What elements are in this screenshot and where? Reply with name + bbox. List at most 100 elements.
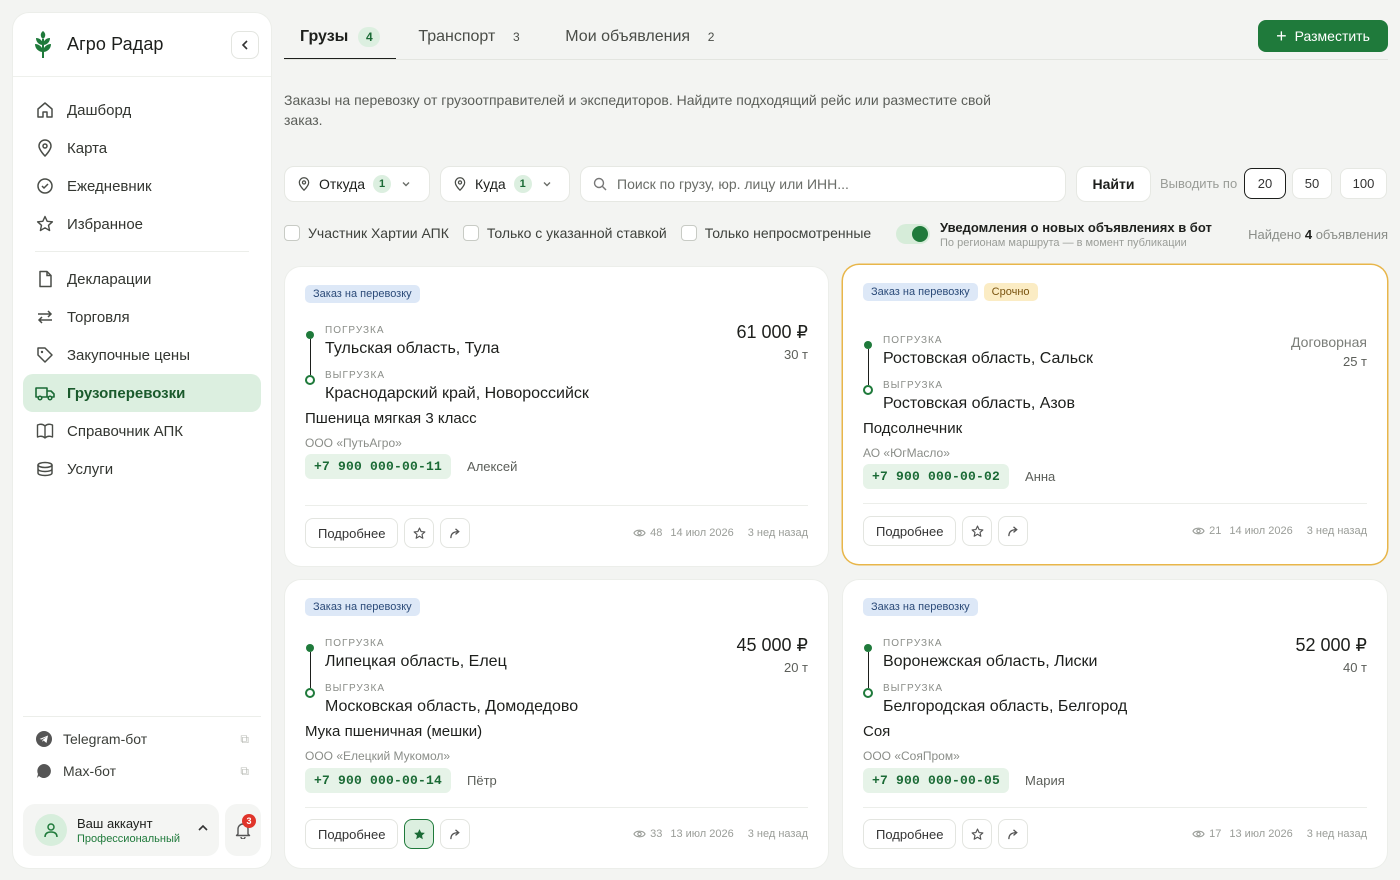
telegram-bot-link[interactable]: Telegram-бот ⧉ [23, 723, 261, 755]
perpage-20-button[interactable]: 20 [1244, 168, 1286, 199]
details-button[interactable]: Подробнее [863, 516, 957, 546]
user-avatar-icon [35, 814, 67, 846]
eye-icon [633, 830, 646, 838]
to-count-badge: 1 [513, 175, 532, 193]
favorite-button[interactable] [962, 516, 993, 546]
perpage-100-button[interactable]: 100 [1340, 168, 1387, 199]
from-filter[interactable]: Откуда 1 [284, 166, 430, 202]
nav-item-planner[interactable]: Ежедневник [23, 167, 261, 205]
nav-item-prices[interactable]: Закупочные цены [23, 336, 261, 374]
checkbox-unviewed[interactable]: Только непросмотренные [680, 225, 872, 241]
phone-link[interactable]: +7 900 000-00-11 [305, 454, 452, 479]
brand: Агро Радар [13, 13, 271, 77]
favorite-button-active[interactable] [404, 819, 435, 849]
share-button[interactable] [440, 819, 471, 849]
truck-icon [35, 383, 55, 403]
phone-link[interactable]: +7 900 000-00-05 [863, 768, 1010, 793]
checkbox-box[interactable] [680, 225, 697, 241]
favorite-button[interactable] [962, 819, 993, 849]
tab-count: 3 [512, 30, 520, 44]
share-button[interactable] [998, 819, 1029, 849]
checkbox-charter[interactable]: Участник Хартии АПК [284, 225, 449, 241]
post-listing-button[interactable]: + Разместить [1258, 20, 1388, 52]
account-menu[interactable]: Ваш аккаунт Профессиональный [23, 804, 219, 856]
chevron-down-icon [401, 179, 411, 189]
phone-link[interactable]: +7 900 000-00-14 [305, 768, 452, 793]
share-button[interactable] [440, 518, 471, 548]
details-button[interactable]: Подробнее [863, 819, 957, 849]
map-pin-icon [35, 138, 55, 158]
to-filter[interactable]: Куда 1 [440, 166, 570, 202]
order-tag: Заказ на перевозку [305, 285, 420, 303]
price: 61 000 ₽ [736, 322, 808, 342]
price: 45 000 ₽ [736, 635, 808, 655]
tonnage: 40 т [1342, 660, 1367, 675]
bot-notify-toggle[interactable] [896, 224, 930, 244]
nav-label: Закупочные цены [67, 346, 190, 364]
load-label: ПОГРУЗКА [883, 638, 943, 649]
cargo-name: Мука пшеничная (мешки) [305, 723, 483, 740]
phone-link[interactable]: +7 900 000-00-02 [863, 464, 1010, 489]
price-block: 61 000 ₽ 30 т [736, 322, 808, 362]
nav-item-handbook[interactable]: Справочник АПК [23, 412, 261, 450]
tab-transport[interactable]: Транспорт 3 [402, 14, 543, 60]
collapse-sidebar-button[interactable] [231, 31, 259, 59]
share-button[interactable] [998, 516, 1029, 546]
card-meta: 33 13 июл 2026 3 нед назад [633, 828, 808, 840]
nav-item-trade[interactable]: Торговля [23, 298, 261, 336]
tab-cargo[interactable]: Грузы 4 [284, 14, 397, 60]
load-place: Ростовская область, Сальск [883, 350, 1094, 367]
notifications-button[interactable]: 3 [225, 804, 261, 856]
find-button[interactable]: Найти [1076, 166, 1151, 202]
nav-item-services[interactable]: Услуги [23, 450, 261, 488]
bot-notify-text: Уведомления о новых объявлениях в бот По… [940, 220, 1212, 249]
details-button[interactable]: Подробнее [305, 518, 399, 548]
load-dot-icon [306, 644, 314, 652]
price: Договорная [1291, 334, 1367, 350]
nav-item-dashboard[interactable]: Дашборд [23, 91, 261, 129]
tab-label: Транспорт [418, 28, 496, 45]
search-input[interactable] [617, 176, 1037, 192]
chevron-down-icon [542, 179, 552, 189]
checkbox-box[interactable] [284, 225, 300, 241]
load-dot-icon [864, 644, 872, 652]
unload-place: Белгородская область, Белгород [883, 698, 1128, 715]
perpage-50-button[interactable]: 50 [1292, 168, 1332, 199]
details-button[interactable]: Подробнее [305, 819, 399, 849]
checkbox-with-rate[interactable]: Только с указанной ставкой [462, 225, 667, 241]
company-name: АО «ЮгМасло» [863, 446, 950, 460]
unload-place: Краснодарский край, Новороссийск [325, 385, 589, 402]
price: 52 000 ₽ [1295, 635, 1367, 655]
contact-name: Мария [1025, 773, 1065, 788]
search-box [580, 166, 1066, 202]
card-divider [305, 807, 808, 808]
company-name: ООО «СояПром» [863, 749, 960, 763]
results-count: Найдено 4 объявления [1248, 227, 1388, 242]
bot-links: Telegram-бот ⧉ Max-бот ⧉ [23, 716, 261, 787]
tonnage: 30 т [783, 347, 808, 362]
notification-count-badge: 3 [242, 814, 256, 828]
checkbox-box[interactable] [462, 225, 479, 241]
favorite-button[interactable] [404, 518, 435, 548]
filter-checkboxes: Участник Хартии АПК Только с указанной с… [284, 225, 885, 241]
tab-my-listings[interactable]: Мои объявления 2 [549, 14, 738, 60]
contact-name: Пётр [467, 773, 497, 788]
nav-item-declarations[interactable]: Декларации [23, 260, 261, 298]
max-bot-link[interactable]: Max-бот ⧉ [23, 755, 261, 787]
nav-item-favorites[interactable]: Избранное [23, 205, 261, 243]
external-link-icon: ⧉ [240, 763, 249, 778]
checkbox-label: Только с указанной ставкой [486, 225, 667, 241]
nav-label: Избранное [67, 215, 144, 233]
checkbox-label: Только непросмотренные [704, 225, 872, 241]
contact-name: Анна [1025, 469, 1056, 484]
document-icon [35, 269, 55, 289]
notify-title: Уведомления о новых объявлениях в бот [940, 220, 1212, 235]
unload-ring-icon [305, 375, 315, 385]
load-place: Воронежская область, Лиски [883, 653, 1098, 670]
nav-item-freight[interactable]: Грузоперевозки [23, 374, 261, 412]
tabs-divider [284, 59, 1388, 60]
nav-item-map[interactable]: Карта [23, 129, 261, 167]
nav-label: Ежедневник [67, 177, 152, 195]
post-label: Разместить [1294, 28, 1370, 44]
post-date: 13 июл 2026 [1229, 828, 1293, 840]
